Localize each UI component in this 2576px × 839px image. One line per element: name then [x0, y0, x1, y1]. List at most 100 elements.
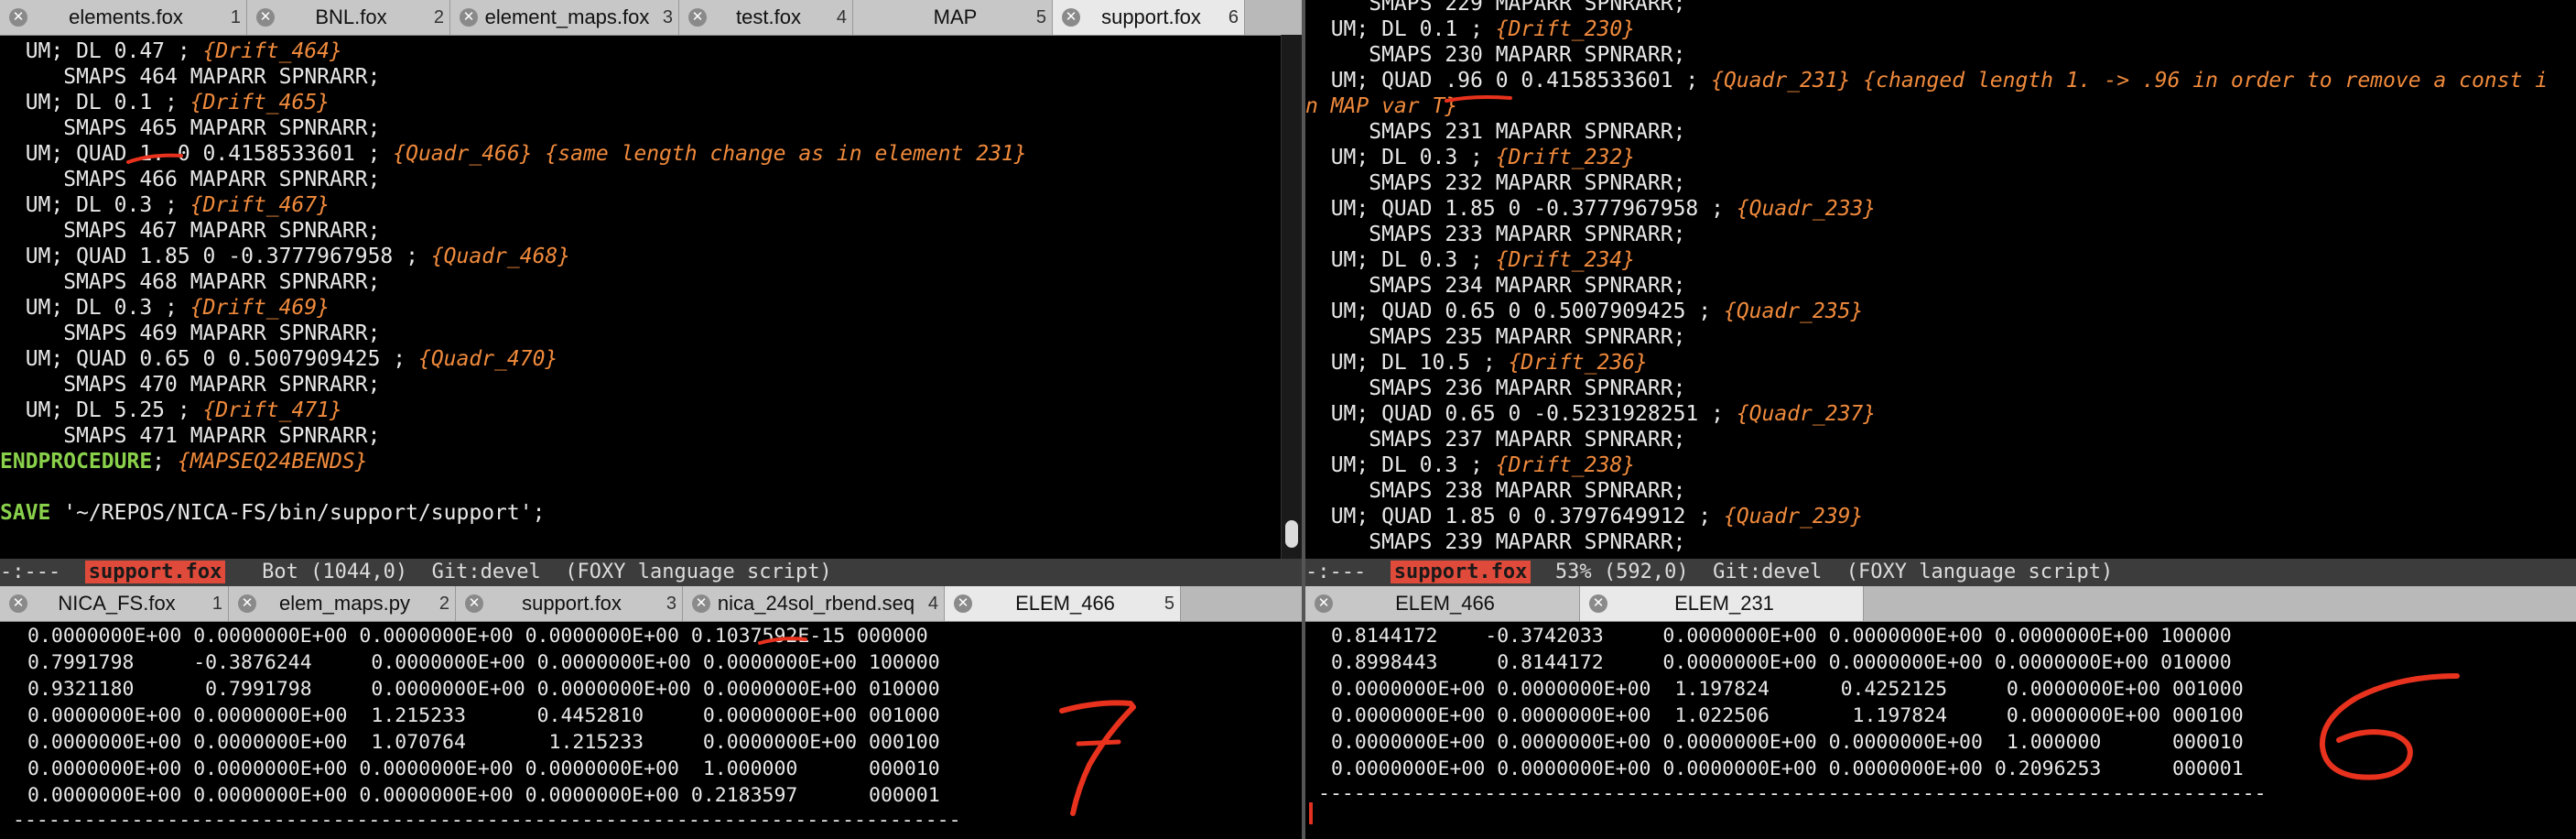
code-line: SMAPS 231 MAPARR SPNRARR;: [1305, 120, 1686, 144]
code-line: SMAPS 235 MAPARR SPNRARR;: [1305, 325, 1686, 349]
code-line: UM; QUAD 1.85 0 0.3797649912 ; {Quadr_23…: [1305, 505, 1864, 528]
code-line: SMAPS 233 MAPARR SPNRARR;: [1305, 223, 1686, 246]
tab-test-fox[interactable]: ✕ test.fox 4: [679, 0, 853, 35]
scroll-thumb[interactable]: [1285, 520, 1298, 548]
close-icon[interactable]: ✕: [238, 594, 256, 613]
bottom-left-editor-pane: ✕ NICA_FS.fox 1 ✕ elem_maps.py 2 ✕ support.fo…: [0, 586, 1304, 839]
close-icon[interactable]: ✕: [1315, 594, 1333, 613]
code-line: UM; DL 0.1 ; {Drift_230}: [1305, 17, 1636, 41]
top-right-editor-pane: SMAPS 229 MAPARR SPNRARR; UM; DL 0.1 ; {…: [1305, 0, 2576, 559]
code-line: SMAPS 237 MAPARR SPNRARR;: [1305, 428, 1686, 452]
code-line: UM; DL 0.3 ; {Drift_469}: [0, 296, 330, 320]
separator-line: ----------------------------------------…: [1318, 782, 2267, 801]
code-line: UM; QUAD 0.65 0 -0.5231928251 ; {Quadr_2…: [1305, 402, 1877, 426]
matrix-row: 0.0000000E+00 0.0000000E+00 1.022506 1.1…: [1331, 704, 2244, 727]
code-line-save: SAVE '~/REPOS/NICA-FS/bin/support/suppor…: [0, 501, 546, 525]
matrix-row: 0.7991798 -0.3876244 0.0000000E+00 0.000…: [27, 651, 940, 674]
code-line: UM; DL 10.5 ; {Drift_236}: [1305, 351, 1648, 375]
text-cursor: [1309, 802, 1313, 824]
bottom-right-editor-pane: ✕ ELEM_466 ✕ ELEM_231 0.8144172 -0.3742033…: [1305, 586, 2576, 839]
close-icon[interactable]: ✕: [1062, 8, 1080, 27]
close-icon[interactable]: ✕: [465, 594, 483, 613]
top-left-tab-bar: ✕ elements.fox 1 ✕ BNL.fox 2 ✕ element_maps.f…: [0, 0, 1304, 36]
tab-nica-24sol-rbend-seq[interactable]: ✕ nica_24sol_rbend.seq 4: [683, 586, 945, 621]
top-left-code-area[interactable]: UM; DL 0.47 ; {Drift_464} SMAPS 464 MAPA…: [0, 35, 1282, 559]
matrix-row: 0.9321180 0.7991798 0.0000000E+00 0.0000…: [27, 678, 940, 701]
close-icon[interactable]: ✕: [460, 8, 478, 27]
matrix-row: 0.8144172 -0.3742033 0.0000000E+00 0.000…: [1331, 625, 2232, 648]
code-line: UM; DL 0.1 ; {Drift_465}: [0, 91, 330, 114]
code-line-endprocedure: ENDPROCEDURE; {MAPSEQ24BENDS}: [0, 450, 368, 474]
matrix-row: 0.8998443 0.8144172 0.0000000E+00 0.0000…: [1331, 651, 2232, 674]
tab-nica-fs-fox[interactable]: ✕ NICA_FS.fox 1: [0, 586, 229, 621]
separator-line: ----------------------------------------…: [13, 809, 961, 827]
tab-elem-466[interactable]: ✕ ELEM_466: [1305, 586, 1580, 621]
code-line: UM; DL 0.3 ; {Drift_238}: [1305, 453, 1636, 477]
code-line: SMAPS 236 MAPARR SPNRARR;: [1305, 376, 1686, 400]
close-icon[interactable]: ✕: [688, 8, 707, 27]
code-line: SMAPS 467 MAPARR SPNRARR;: [0, 219, 381, 243]
code-line: SMAPS 239 MAPARR SPNRARR;: [1305, 530, 1686, 554]
code-line: UM; QUAD .96 0 0.4158533601 ; {Quadr_231…: [1305, 69, 2549, 93]
code-line: SMAPS 466 MAPARR SPNRARR;: [0, 168, 381, 191]
tab-elem-231[interactable]: ✕ ELEM_231: [1580, 586, 1864, 621]
tab-bnl-fox[interactable]: ✕ BNL.fox 2: [247, 0, 450, 35]
tab-map[interactable]: MAP 5: [853, 0, 1053, 35]
top-right-code-area[interactable]: SMAPS 229 MAPARR SPNRARR; UM; DL 0.1 ; {…: [1305, 0, 2576, 559]
matrix-row: 0.0000000E+00 0.0000000E+00 1.070764 1.2…: [27, 731, 940, 754]
tab-elem-maps-py[interactable]: ✕ elem_maps.py 2: [229, 586, 456, 621]
tab-elem-466[interactable]: ✕ ELEM_466 5: [945, 586, 1181, 621]
code-line: UM; DL 0.47 ; {Drift_464}: [0, 39, 342, 63]
code-line: SMAPS 471 MAPARR SPNRARR;: [0, 424, 381, 448]
code-line: SMAPS 469 MAPARR SPNRARR;: [0, 321, 381, 345]
code-line: UM; QUAD 0.65 0 0.5007909425 ; {Quadr_47…: [0, 347, 558, 371]
top-left-editor-pane: ✕ elements.fox 1 ✕ BNL.fox 2 ✕ element_maps.f…: [0, 0, 1304, 559]
close-icon[interactable]: ✕: [9, 8, 27, 27]
matrix-row: 0.0000000E+00 0.0000000E+00 0.0000000E+0…: [27, 784, 940, 807]
bottom-right-tab-bar: ✕ ELEM_466 ✕ ELEM_231: [1305, 586, 2576, 622]
code-line: UM; DL 0.3 ; {Drift_232}: [1305, 146, 1636, 169]
mode-line-left: -:--- support.fox Bot (1044,0) Git:devel…: [0, 559, 1302, 586]
code-line: UM; DL 5.25 ; {Drift_471}: [0, 398, 342, 422]
code-line: UM; QUAD 1. 0 0.4158533601 ; {Quadr_466}…: [0, 142, 1027, 166]
matrix-row: 0.0000000E+00 0.0000000E+00 0.0000000E+0…: [1331, 757, 2244, 780]
tab-support-fox[interactable]: ✕ support.fox 6: [1053, 0, 1245, 35]
code-line: SMAPS 238 MAPARR SPNRARR;: [1305, 479, 1686, 503]
code-line: SMAPS 465 MAPARR SPNRARR;: [0, 116, 381, 140]
close-icon[interactable]: ✕: [9, 594, 27, 613]
matrix-row: 0.0000000E+00 0.0000000E+00 1.197824 0.4…: [1331, 678, 2244, 701]
buffer-name[interactable]: support.fox: [1390, 561, 1532, 583]
matrix-row: 0.0000000E+00 0.0000000E+00 1.215233 0.4…: [27, 704, 940, 727]
code-line: SMAPS 230 MAPARR SPNRARR;: [1305, 43, 1686, 67]
code-line: SMAPS 470 MAPARR SPNRARR;: [0, 373, 381, 397]
tab-elements-fox[interactable]: ✕ elements.fox 1: [0, 0, 247, 35]
buffer-name[interactable]: support.fox: [84, 561, 226, 583]
mode-line-right: -:--- support.fox 53% (592,0) Git:devel …: [1305, 559, 2576, 586]
code-line: SMAPS 229 MAPARR SPNRARR;: [1305, 0, 1686, 16]
bottom-left-matrix-text[interactable]: 0.0000000E+00 0.0000000E+00 0.0000000E+0…: [0, 621, 1304, 839]
code-line: SMAPS 464 MAPARR SPNRARR;: [0, 65, 381, 89]
bottom-right-matrix-text[interactable]: 0.8144172 -0.3742033 0.0000000E+00 0.000…: [1305, 621, 2576, 839]
code-line: SMAPS 468 MAPARR SPNRARR;: [0, 270, 381, 294]
code-line: UM; QUAD 1.85 0 -0.3777967958 ; {Quadr_2…: [1305, 197, 1877, 221]
matrix-row: 0.0000000E+00 0.0000000E+00 0.0000000E+0…: [27, 625, 928, 648]
close-icon[interactable]: ✕: [954, 594, 972, 613]
code-line: SMAPS 234 MAPARR SPNRARR;: [1305, 274, 1686, 298]
bottom-left-tab-bar: ✕ NICA_FS.fox 1 ✕ elem_maps.py 2 ✕ support.fo…: [0, 586, 1304, 622]
tab-element-maps-fox[interactable]: ✕ element_maps.fox 3: [450, 0, 679, 35]
matrix-row: 0.0000000E+00 0.0000000E+00 0.0000000E+0…: [1331, 731, 2244, 754]
code-line: SMAPS 232 MAPARR SPNRARR;: [1305, 171, 1686, 195]
close-icon[interactable]: ✕: [1589, 594, 1607, 613]
close-icon[interactable]: ✕: [256, 8, 275, 27]
top-left-scrollbar[interactable]: [1281, 35, 1304, 559]
matrix-row: 0.0000000E+00 0.0000000E+00 0.0000000E+0…: [27, 757, 940, 780]
code-line: UM; QUAD 1.85 0 -0.3777967958 ; {Quadr_4…: [0, 245, 571, 268]
vertical-split-divider[interactable]: [1302, 0, 1305, 839]
code-line: UM; QUAD 0.65 0 0.5007909425 ; {Quadr_23…: [1305, 300, 1864, 323]
code-line: UM; DL 0.3 ; {Drift_467}: [0, 193, 330, 217]
close-icon[interactable]: ✕: [692, 594, 710, 613]
code-line: UM; DL 0.3 ; {Drift_234}: [1305, 248, 1636, 272]
tab-support-fox[interactable]: ✕ support.fox 3: [456, 586, 683, 621]
code-line-wrapped: n MAP var T}: [1305, 94, 1458, 118]
